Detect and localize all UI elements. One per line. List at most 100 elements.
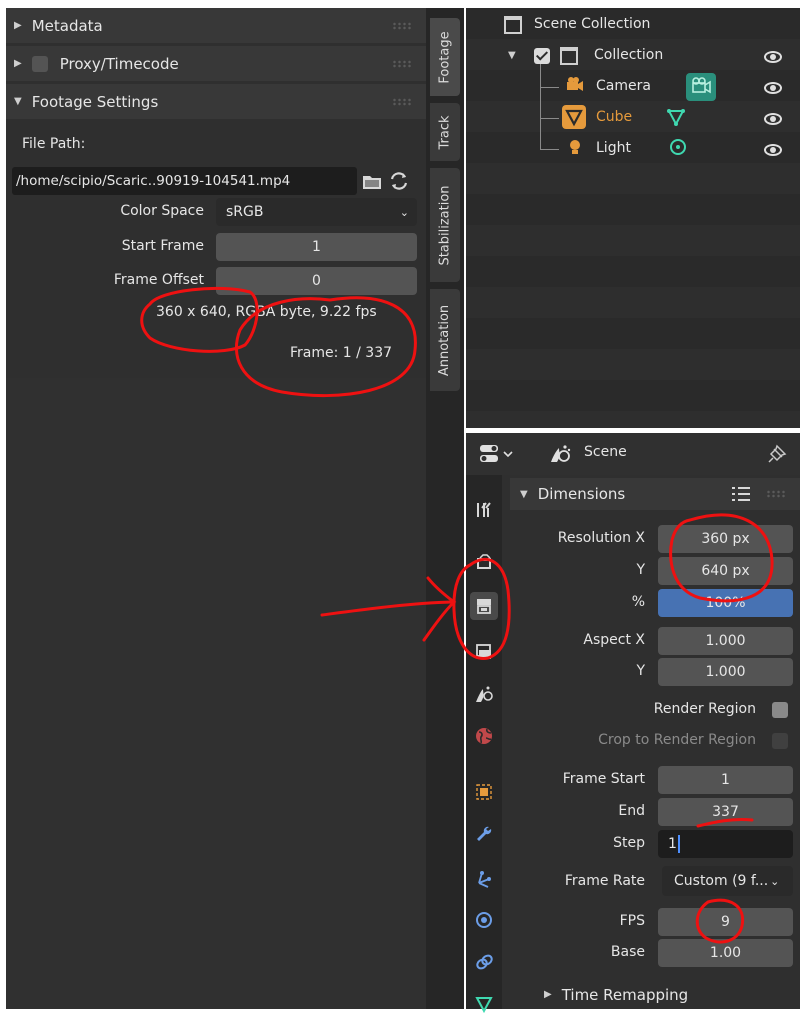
- output-properties-icon[interactable]: [470, 592, 498, 620]
- tab-annotation[interactable]: Annotation: [430, 289, 460, 391]
- view-layer-properties-icon[interactable]: [470, 638, 498, 666]
- outliner-row-scene-collection[interactable]: Scene Collection: [466, 10, 800, 41]
- render-properties-icon[interactable]: [470, 548, 498, 576]
- start-frame-label: Start Frame: [121, 238, 204, 254]
- data-properties-icon[interactable]: [470, 990, 498, 1018]
- scene-properties-icon[interactable]: [470, 680, 498, 708]
- object-properties-icon[interactable]: [470, 778, 498, 806]
- outliner-row-cube[interactable]: Cube: [466, 87, 800, 134]
- frame-offset-label: Frame Offset: [113, 272, 204, 288]
- fps-label: FPS: [619, 913, 645, 929]
- color-space-label: Color Space: [120, 203, 204, 219]
- chevron-down-icon: ⌄: [399, 205, 409, 219]
- collection-icon: [504, 16, 522, 34]
- frame-rate-dropdown[interactable]: Custom (9 f... ⌄: [662, 866, 793, 896]
- particles-properties-icon[interactable]: [470, 864, 498, 892]
- outliner-row-light[interactable]: Light: [466, 118, 800, 165]
- drag-grip-icon[interactable]: [392, 21, 412, 30]
- scene-icon: [548, 442, 572, 466]
- visibility-eye-icon[interactable]: [764, 144, 782, 156]
- start-frame-value: 1: [312, 239, 321, 255]
- tree-line: [540, 87, 559, 119]
- footage-settings-label: Footage Settings: [31, 92, 159, 111]
- tree-line: [540, 64, 559, 88]
- collapsed-triangle-icon: ▶: [14, 20, 22, 31]
- mesh-data-icon[interactable]: [666, 107, 686, 127]
- start-frame-field[interactable]: 1: [216, 233, 417, 261]
- modifier-properties-icon[interactable]: [470, 820, 498, 848]
- outliner-row-camera[interactable]: Camera: [466, 64, 800, 103]
- crop-region-checkbox[interactable]: [772, 733, 788, 749]
- aspect-x-field[interactable]: 1.000: [658, 627, 793, 655]
- proxy-checkbox[interactable]: [31, 55, 48, 72]
- visibility-eye-icon[interactable]: [764, 113, 782, 125]
- presets-list-icon[interactable]: [730, 486, 752, 502]
- light-data-icon[interactable]: [668, 138, 688, 158]
- percent-label: %: [631, 594, 645, 610]
- text-cursor: [677, 835, 680, 853]
- clip-info-text: 360 x 640, RGBA byte, 9.22 fps: [156, 304, 377, 320]
- folder-icon[interactable]: [361, 170, 383, 192]
- metadata-header[interactable]: ▶ Metadata: [6, 8, 426, 43]
- editor-type-icon[interactable]: [478, 442, 520, 466]
- camera-data-icon[interactable]: [686, 73, 716, 101]
- dimensions-label: Dimensions: [537, 485, 626, 503]
- fps-field[interactable]: 9: [658, 908, 793, 936]
- cube-label: Cube: [596, 109, 633, 125]
- aspect-y-field[interactable]: 1.000: [658, 658, 793, 686]
- drag-grip-icon[interactable]: [766, 490, 786, 498]
- proxy-header[interactable]: ▶ Proxy/Timecode: [6, 46, 426, 81]
- collection-exclude-checkbox[interactable]: [534, 48, 550, 64]
- visibility-eye-icon[interactable]: [764, 51, 782, 63]
- metadata-label: Metadata: [31, 16, 103, 35]
- expanded-triangle-icon: ▼: [14, 96, 22, 107]
- tab-stabilization[interactable]: Stabilization: [430, 168, 460, 282]
- crop-region-label: Crop to Render Region: [598, 732, 756, 748]
- pin-icon[interactable]: [766, 443, 788, 465]
- constraint-properties-icon[interactable]: [470, 948, 498, 976]
- tool-settings-icon[interactable]: [470, 496, 498, 524]
- frame-step-input[interactable]: 1: [658, 830, 793, 858]
- frame-rate-label: Frame Rate: [564, 873, 645, 889]
- file-path-value: /home/scipio/Scaric..90919-104541.mp4: [16, 173, 291, 189]
- base-field[interactable]: 1.00: [658, 939, 793, 967]
- camera-label: Camera: [596, 78, 651, 94]
- light-object-icon: [566, 138, 584, 156]
- render-region-label: Render Region: [653, 701, 756, 717]
- mesh-object-icon: [562, 105, 586, 129]
- drag-grip-icon[interactable]: [392, 97, 412, 106]
- drag-grip-icon[interactable]: [392, 59, 412, 68]
- tab-track[interactable]: Track: [430, 103, 460, 161]
- frame-start-label: Frame Start: [562, 771, 645, 787]
- color-space-dropdown[interactable]: sRGB ⌄: [216, 198, 417, 226]
- scene-context-label: Scene: [584, 444, 627, 460]
- frame-offset-value: 0: [312, 273, 321, 289]
- resolution-x-field[interactable]: 360 px: [658, 525, 793, 553]
- resolution-y-label: Y: [636, 562, 645, 578]
- expanded-triangle-icon: ▼: [520, 488, 528, 500]
- frame-offset-field[interactable]: 0: [216, 267, 417, 295]
- collection-label: Collection: [594, 47, 664, 63]
- color-space-value: sRGB: [226, 204, 264, 220]
- frame-info-text: Frame: 1 / 337: [290, 345, 393, 361]
- resolution-percent-slider[interactable]: 100%: [658, 589, 793, 617]
- file-path-field[interactable]: /home/scipio/Scaric..90919-104541.mp4: [12, 167, 357, 195]
- footage-settings-header[interactable]: ▼ Footage Settings: [6, 84, 426, 119]
- physics-properties-icon[interactable]: [470, 906, 498, 934]
- world-properties-icon[interactable]: [470, 722, 498, 750]
- chevron-down-icon: ⌄: [770, 874, 780, 888]
- frame-end-field[interactable]: 337: [658, 798, 793, 826]
- reload-icon[interactable]: [386, 168, 412, 194]
- resolution-y-field[interactable]: 640 px: [658, 557, 793, 585]
- outliner-row-collection[interactable]: ▼ Collection: [466, 41, 800, 72]
- tree-line: [540, 118, 559, 150]
- render-region-checkbox[interactable]: [772, 702, 788, 718]
- time-remapping-header[interactable]: ▶ Time Remapping: [510, 980, 800, 1009]
- scene-collection-label: Scene Collection: [534, 16, 651, 32]
- frame-end-label: End: [618, 803, 645, 819]
- collapsed-triangle-icon: ▶: [14, 58, 22, 69]
- tab-footage[interactable]: Footage: [430, 18, 460, 96]
- visibility-eye-icon[interactable]: [764, 82, 782, 94]
- dimensions-header[interactable]: ▼ Dimensions: [510, 478, 800, 510]
- frame-start-field[interactable]: 1: [658, 766, 793, 794]
